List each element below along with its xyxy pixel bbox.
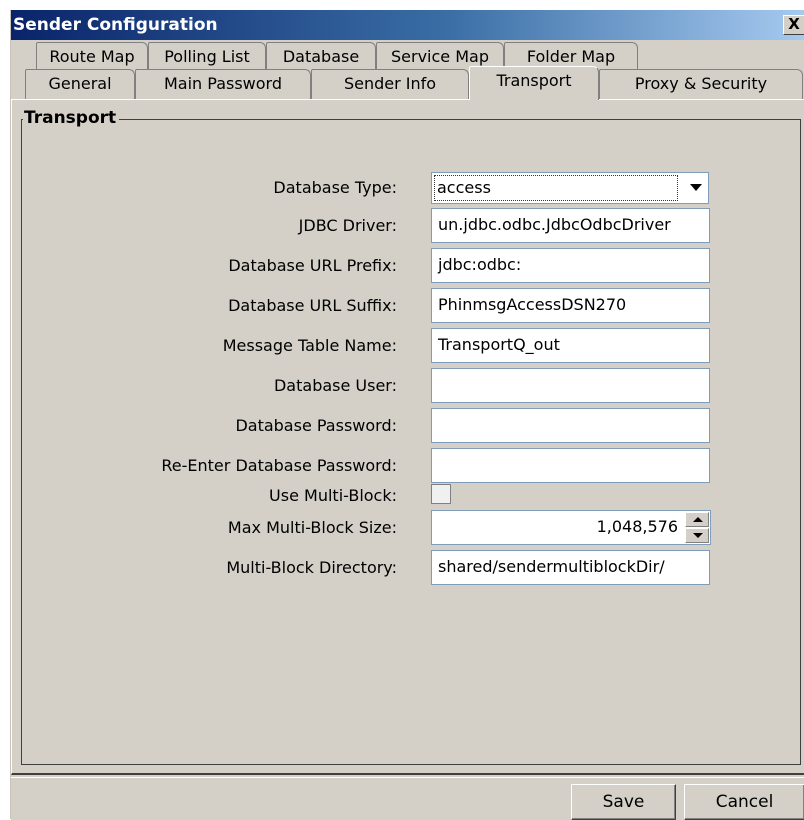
group-title: Transport [23,108,120,128]
db-password-input[interactable] [431,408,710,443]
sender-configuration-window: Sender Configuration X Route Map Polling… [10,10,804,820]
database-type-select[interactable]: access [431,172,709,204]
multiblock-dir-label: Multi-Block Directory: [226,558,397,577]
db-url-suffix-label: Database URL Suffix: [228,296,397,315]
tab-sender-info[interactable]: Sender Info [311,69,469,99]
db-password-label: Database Password: [235,416,397,435]
save-button[interactable]: Save [571,784,676,820]
database-type-label: Database Type: [273,178,397,197]
close-button[interactable]: X [783,15,804,35]
use-multiblock-label: Use Multi-Block: [269,486,397,505]
multiblock-dir-input[interactable]: shared/sendermultiblockDir/ [431,550,710,585]
db-url-prefix-input[interactable]: jdbc:odbc: [431,248,710,283]
db-url-prefix-label: Database URL Prefix: [228,256,397,275]
db-password-confirm-input[interactable] [431,448,710,483]
tab-proxy-security[interactable]: Proxy & Security [599,69,803,99]
db-user-input[interactable] [431,368,710,403]
tab-database[interactable]: Database [266,42,376,72]
db-url-suffix-input[interactable]: PhinmsgAccessDSN270 [431,288,710,323]
db-password-confirm-label: Re-Enter Database Password: [161,456,397,475]
message-table-label: Message Table Name: [222,336,397,355]
tab-transport[interactable]: Transport [469,66,599,100]
window-title: Sender Configuration [13,15,218,35]
tab-polling-list[interactable]: Polling List [148,42,266,72]
title-bar[interactable]: Sender Configuration X [11,10,804,40]
max-multiblock-size-spinner[interactable]: 1,048,576 [431,510,711,545]
tab-route-map[interactable]: Route Map [36,42,148,72]
tab-main-password[interactable]: Main Password [135,69,311,99]
db-user-label: Database User: [273,376,397,395]
jdbc-driver-input[interactable]: un.jdbc.odbc.JdbcOdbcDriver [431,208,710,243]
spinner-down-icon[interactable] [685,528,709,543]
message-table-input[interactable]: TransportQ_out [431,328,710,363]
database-type-value: access [434,175,678,201]
max-multiblock-size-value: 1,048,576 [596,517,678,536]
use-multiblock-checkbox[interactable] [431,484,451,504]
chevron-down-icon[interactable] [690,184,702,191]
cancel-button[interactable]: Cancel [684,784,804,820]
jdbc-driver-label: JDBC Driver: [298,216,397,235]
max-multiblock-size-label: Max Multi-Block Size: [227,518,397,537]
tab-general[interactable]: General [25,69,135,99]
spinner-up-icon[interactable] [685,512,709,527]
